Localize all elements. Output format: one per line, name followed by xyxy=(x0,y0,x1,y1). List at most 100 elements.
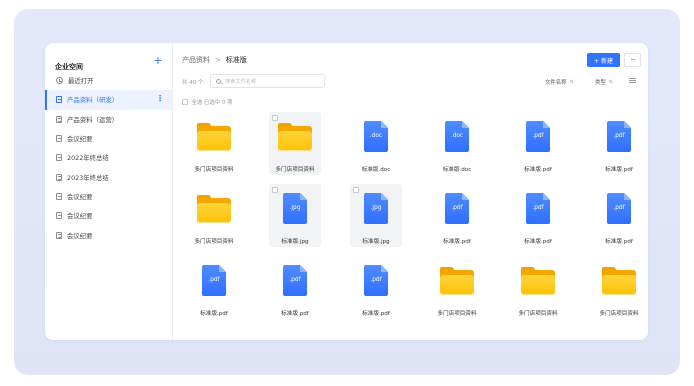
item-name: 标准版.pdf xyxy=(362,311,390,317)
sidebar-item-label: 2023年终总结 xyxy=(67,173,109,182)
folder-item[interactable]: 多门店项目资料 xyxy=(188,184,240,247)
item-name: 标准版.pdf xyxy=(281,311,309,317)
folder-icon xyxy=(602,267,636,295)
document-icon xyxy=(56,154,62,162)
sidebar-item-label: 会议纪要 xyxy=(67,231,93,240)
sidebar-item[interactable]: 会议纪要 xyxy=(45,206,172,225)
file-extension: .doc xyxy=(450,133,464,139)
sidebar: 企业空间 + 最近打开产品资料（研发） ⋮ 产品资料（运营） 会议纪要 2022年终总结… xyxy=(45,43,173,340)
document-icon xyxy=(56,231,62,239)
file-extension: .jpg xyxy=(370,205,382,211)
item-name: 多门店项目资料 xyxy=(194,239,234,245)
main-panel: 产品资料 > 标准版 + 新建 ··· 共 40 个 搜索文件名称 文件名称 ⇅… xyxy=(173,43,648,340)
item-name: 标准版.pdf xyxy=(443,239,471,245)
item-checkbox[interactable] xyxy=(272,187,278,193)
file-extension: .pdf xyxy=(532,133,544,139)
item-name: 标准版.doc xyxy=(442,167,472,173)
folder-icon xyxy=(197,123,231,151)
sidebar-item[interactable]: 2022年终总结 xyxy=(45,148,172,167)
file-extension: .pdf xyxy=(289,277,301,283)
file-icon: .jpg xyxy=(364,193,388,224)
file-icon: .doc xyxy=(445,121,469,152)
document-icon xyxy=(56,96,62,104)
file-icon: .doc xyxy=(364,121,388,152)
folder-item[interactable]: 多门店项目资料 xyxy=(512,256,564,319)
file-icon: .jpg xyxy=(283,193,307,224)
item-name: 标准版.jpg xyxy=(362,239,390,245)
sidebar-item[interactable]: 产品资料（研发） ⋮ xyxy=(45,90,172,110)
sidebar-item[interactable]: 最近打开 xyxy=(45,71,172,90)
search-placeholder: 搜索文件名称 xyxy=(225,78,257,85)
file-icon: .pdf xyxy=(607,121,631,152)
file-item[interactable]: .pdf 标准版.pdf xyxy=(593,112,645,175)
file-icon: .pdf xyxy=(526,121,550,152)
sidebar-header: 企业空间 + xyxy=(55,54,164,71)
sidebar-title: 企业空间 xyxy=(55,63,83,71)
folder-item[interactable]: 多门店项目资料 xyxy=(593,256,645,319)
document-icon xyxy=(56,135,62,143)
more-options-button[interactable]: ··· xyxy=(624,53,641,67)
file-item[interactable]: .doc 标准版.doc xyxy=(350,112,402,175)
type-sort-icon: ⇅ xyxy=(608,79,613,85)
file-icon: .pdf xyxy=(445,193,469,224)
document-icon xyxy=(56,212,62,220)
plus-icon[interactable]: + xyxy=(152,54,164,68)
file-item[interactable]: .jpg 标准版.jpg xyxy=(269,184,321,247)
sidebar-item-label: 会议纪要 xyxy=(67,212,93,221)
folder-icon xyxy=(521,267,555,295)
item-name: 标准版.jpg xyxy=(281,239,309,245)
document-icon xyxy=(56,115,62,123)
document-icon xyxy=(56,192,62,200)
file-extension: .jpg xyxy=(289,205,301,211)
file-item[interactable]: .pdf 标准版.pdf xyxy=(593,184,645,247)
sidebar-item-label: 产品资料（运营） xyxy=(67,115,119,124)
sidebar-item[interactable]: 2023年终总结 xyxy=(45,167,172,186)
file-item[interactable]: .pdf 标准版.pdf xyxy=(350,256,402,319)
item-name: 多门店项目资料 xyxy=(275,167,315,173)
file-extension: .pdf xyxy=(451,205,463,211)
select-all[interactable]: 全选 已选中 0 项 xyxy=(182,98,232,106)
folder-item[interactable]: 多门店项目资料 xyxy=(431,256,483,319)
list-view-icon[interactable] xyxy=(629,78,636,84)
breadcrumb-separator: > xyxy=(215,56,221,64)
sidebar-item[interactable]: 会议纪要 xyxy=(45,187,172,206)
folder-icon xyxy=(440,267,474,295)
file-item[interactable]: .pdf 标准版.pdf xyxy=(512,112,564,175)
file-manager-window: 企业空间 + 最近打开产品资料（研发） ⋮ 产品资料（运营） 会议纪要 2022年终总结… xyxy=(45,43,648,340)
document-icon xyxy=(56,173,62,181)
item-checkbox[interactable] xyxy=(353,187,359,193)
clock-icon xyxy=(56,77,63,85)
new-button[interactable]: + 新建 xyxy=(587,53,620,67)
folder-item[interactable]: 多门店项目资料 xyxy=(269,112,321,175)
more-vertical-icon[interactable]: ⋮ xyxy=(156,95,164,103)
sidebar-item[interactable]: 产品资料（运营） xyxy=(45,110,172,129)
sidebar-item[interactable]: 会议纪要 xyxy=(45,129,172,148)
file-item[interactable]: .doc 标准版.doc xyxy=(431,112,483,175)
file-extension: .pdf xyxy=(370,277,382,283)
file-icon: .pdf xyxy=(283,265,307,296)
search-input[interactable]: 搜索文件名称 xyxy=(210,74,325,88)
sidebar-item[interactable]: 会议纪要 xyxy=(45,225,172,244)
item-checkbox[interactable] xyxy=(272,115,278,121)
file-item[interactable]: .pdf 标准版.pdf xyxy=(269,256,321,319)
folder-item[interactable]: 多门店项目资料 xyxy=(188,112,240,175)
file-item[interactable]: .pdf 标准版.pdf xyxy=(188,256,240,319)
sort-by-type[interactable]: 类型 ⇅ xyxy=(595,78,613,87)
sort-by-name[interactable]: 文件名称 ⇅ xyxy=(545,78,574,87)
select-all-checkbox[interactable] xyxy=(182,99,188,105)
sidebar-item-label: 产品资料（研发） xyxy=(67,96,119,105)
sidebar-item-label: 会议纪要 xyxy=(67,135,93,144)
breadcrumb-current: 标准版 xyxy=(225,56,247,64)
file-item[interactable]: .pdf 标准版.pdf xyxy=(431,184,483,247)
file-item[interactable]: .pdf 标准版.pdf xyxy=(512,184,564,247)
breadcrumb-parent[interactable]: 产品资料 xyxy=(182,55,210,65)
file-extension: .pdf xyxy=(208,277,220,283)
file-item[interactable]: .jpg 标准版.jpg xyxy=(350,184,402,247)
breadcrumb: 产品资料 > 标准版 xyxy=(182,55,247,65)
file-extension: .pdf xyxy=(613,205,625,211)
item-name: 多门店项目资料 xyxy=(437,311,477,317)
item-name: 多门店项目资料 xyxy=(599,311,639,317)
sort-icon: ⇅ xyxy=(569,79,574,85)
item-name: 多门店项目资料 xyxy=(518,311,558,317)
sidebar-item-label: 2022年终总结 xyxy=(67,154,109,163)
